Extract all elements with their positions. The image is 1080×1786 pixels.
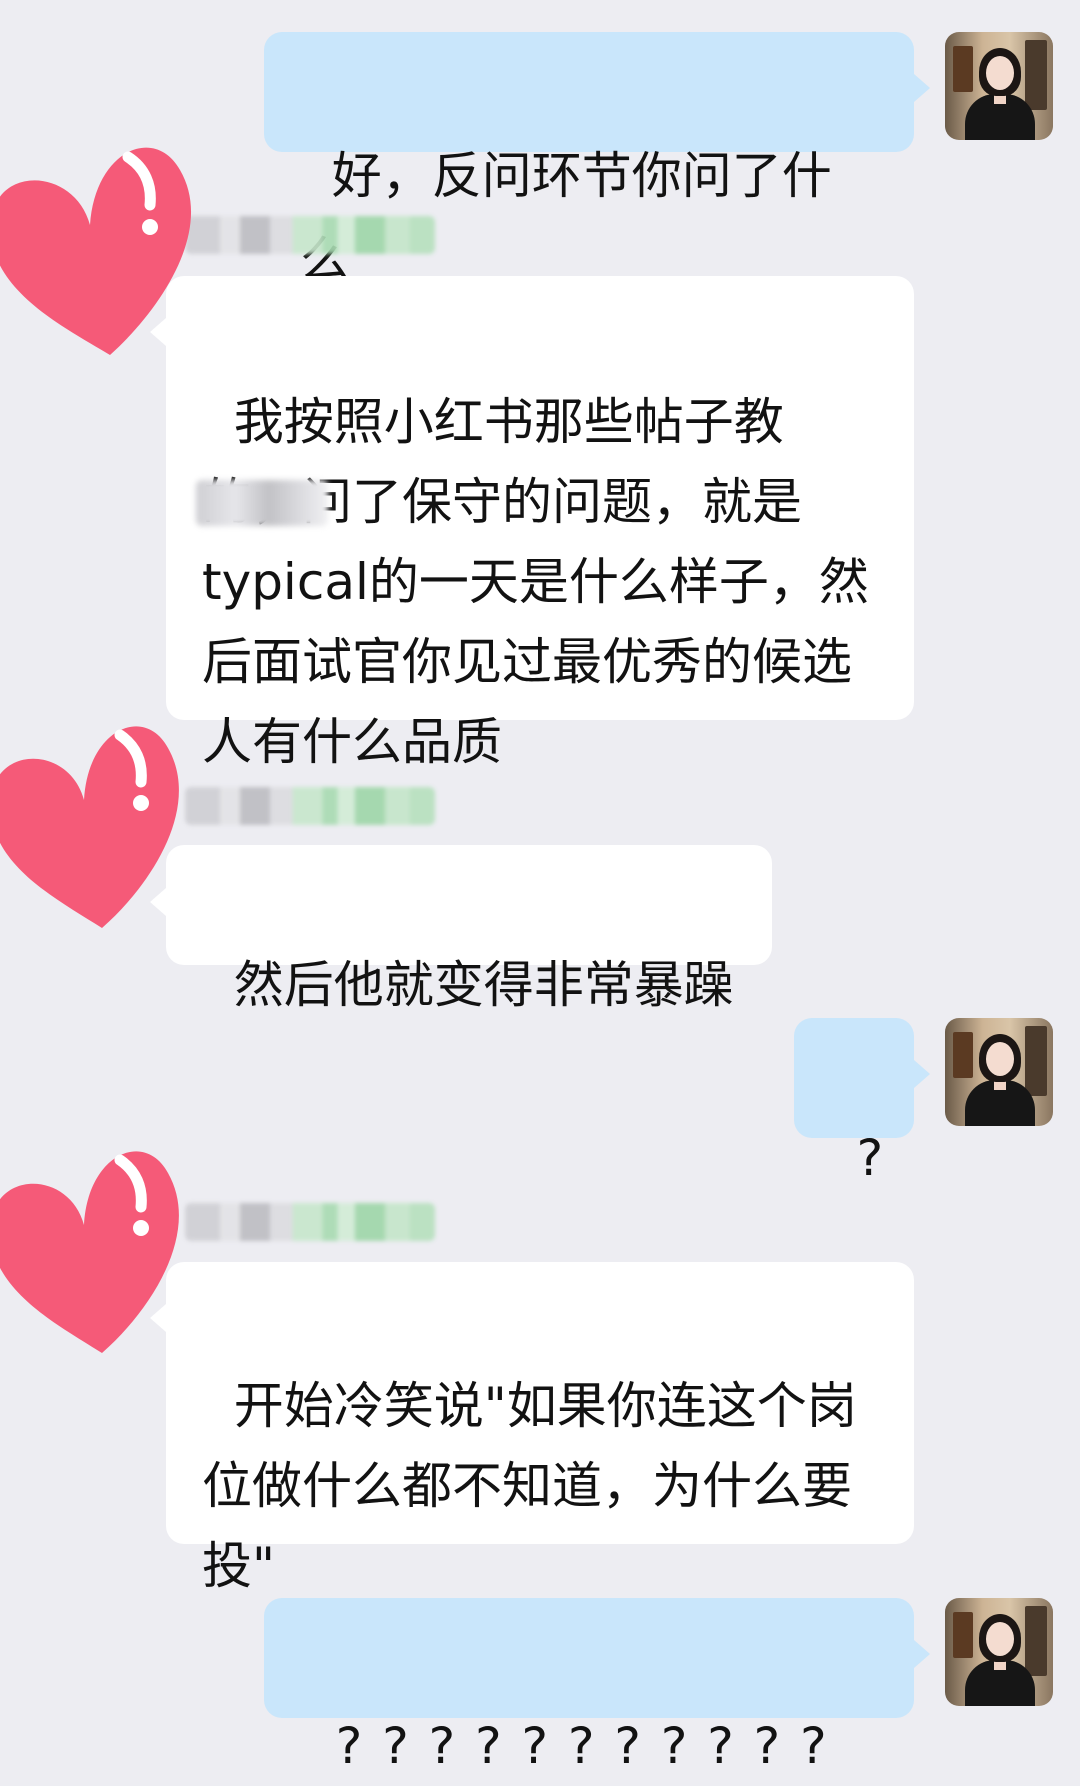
avatar-shelf <box>953 46 973 92</box>
heart-sticker-icon <box>0 726 179 928</box>
heart-sticker-icon <box>0 147 191 355</box>
avatar[interactable] <box>945 1018 1053 1126</box>
avatar-shelf <box>1025 1606 1047 1676</box>
message-bubble-me-2[interactable]: ? <box>794 1018 914 1187</box>
avatar-shelf <box>953 1032 973 1078</box>
avatar-face <box>986 56 1014 90</box>
redaction-blur <box>196 480 328 526</box>
chat-screen: { "messages": [ {"sender": "me", "text":… <box>0 0 1080 1775</box>
avatar-face <box>986 1042 1014 1076</box>
message-bubble-me-1[interactable]: 好，反问环节你问了什么 <box>264 32 914 289</box>
sender-name-blurred <box>185 1203 435 1241</box>
message-bubble-other-2[interactable]: 然后他就变得非常暴躁 <box>166 845 772 1014</box>
message-bubble-other-3[interactable]: 开始冷笑说"如果你连这个岗位做什么都不知道，为什么要投" <box>166 1262 914 1595</box>
message-text: ? ? ? ? ? ? ? ? ? ? ? <box>335 1717 829 1775</box>
avatar[interactable] <box>945 32 1053 140</box>
heart-sticker-icon <box>0 1151 179 1353</box>
message-text: ? <box>856 1129 884 1187</box>
message-text: 开始冷笑说"如果你连这个岗位做什么都不知道，为什么要投" <box>202 1377 857 1595</box>
avatar-shelf <box>953 1612 973 1658</box>
avatar[interactable] <box>945 1598 1053 1706</box>
bubble-tail <box>914 1060 930 1088</box>
avatar-face <box>986 1622 1014 1656</box>
message-bubble-me-3[interactable]: ? ? ? ? ? ? ? ? ? ? ? <box>264 1598 914 1775</box>
message-text: 然后他就变得非常暴躁 <box>233 956 734 1014</box>
sender-name-blurred <box>185 216 435 254</box>
bubble-tail <box>914 74 930 102</box>
avatar-shelf <box>1025 40 1047 110</box>
avatar-shelf <box>1025 1026 1047 1096</box>
bubble-tail <box>914 1640 930 1668</box>
sender-name-blurred <box>185 787 435 825</box>
message-text: 我按照小红书那些帖子教的，问了保守的问题，就是 typical的一天是什么样子，… <box>202 393 930 771</box>
